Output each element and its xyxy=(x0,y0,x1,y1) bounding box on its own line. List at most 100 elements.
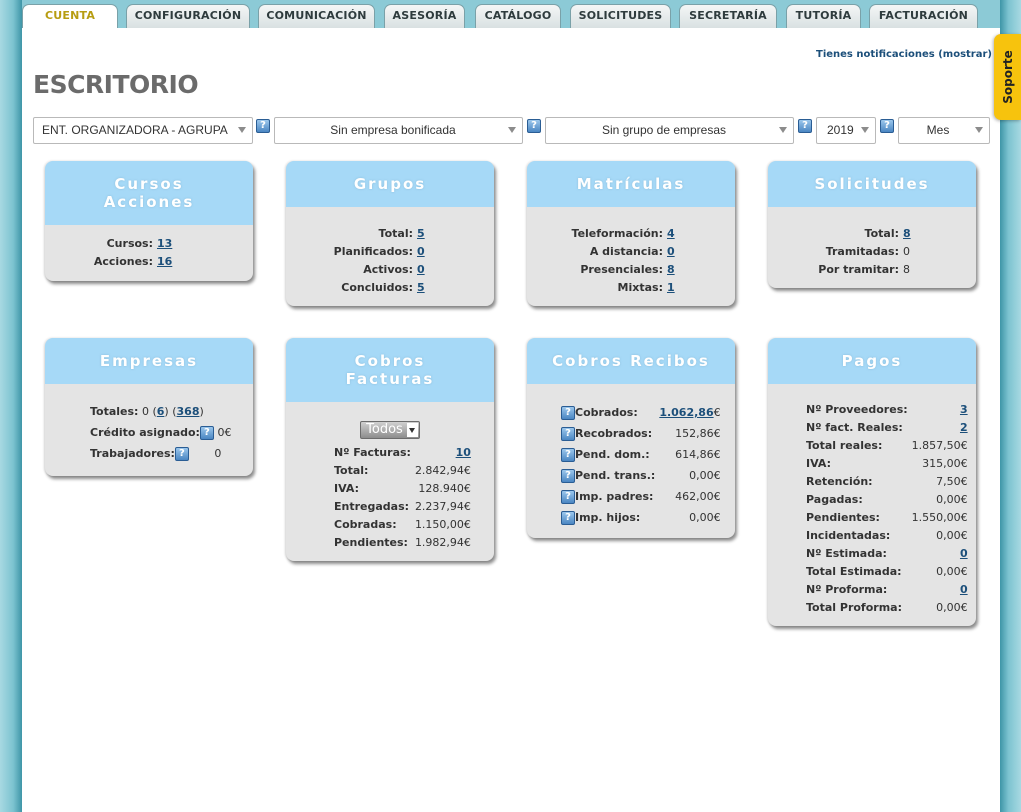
tab-secretaria[interactable]: SECRETARÍA xyxy=(679,4,777,28)
help-icon[interactable]: ? xyxy=(880,119,894,133)
stat-value: 462,00€ xyxy=(675,490,721,503)
list-item: Total Proforma: 0,00€ xyxy=(806,598,968,616)
matriculas-teleformacion-link[interactable]: 4 xyxy=(667,227,675,240)
empresas-credito-row: Crédito asignado:? 0€ xyxy=(90,422,253,443)
matriculas-distancia-link[interactable]: 0 xyxy=(667,245,675,258)
cursos-count-link[interactable]: 13 xyxy=(157,237,172,250)
stat-label: Retención: xyxy=(806,474,873,488)
cursos-card-header: Cursos Acciones xyxy=(45,161,253,225)
cobrados-link[interactable]: 1.062,86 xyxy=(659,406,713,419)
stat-label: Acciones: xyxy=(93,254,153,268)
period-select-value: Mes xyxy=(926,123,950,137)
show-notifications-link[interactable]: (mostrar) xyxy=(938,49,992,60)
right-frame xyxy=(1000,0,1021,812)
help-icon[interactable]: ? xyxy=(561,405,575,420)
help-icon[interactable]: ? xyxy=(561,489,575,504)
period-select[interactable]: Mes xyxy=(898,117,990,144)
proforma-link[interactable]: 0 xyxy=(960,583,968,596)
grupos-total-link[interactable]: 5 xyxy=(417,227,425,240)
facturas-reales-link[interactable]: 2 xyxy=(960,421,968,434)
year-select[interactable]: 2019 xyxy=(816,117,876,144)
tab-facturacion[interactable]: FACTURACIÓN xyxy=(869,4,978,28)
stat-label: Total: xyxy=(378,226,413,240)
cursos-card-body: Cursos: 13 Acciones: 16 xyxy=(45,225,253,281)
stat-label: Incidentadas: xyxy=(806,528,891,542)
stat-label: Pendientes: xyxy=(334,535,408,549)
solicitudes-card-body: Total: 8 Tramitadas: 0 Por tramitar: 8 xyxy=(768,207,976,288)
stat-label: Pend. trans.: xyxy=(575,468,656,482)
solicitudes-card-header: Solicitudes xyxy=(768,161,976,207)
credito-value: 0€ xyxy=(217,426,232,439)
stat-label: Activos: xyxy=(363,262,413,276)
matriculas-mixtas-link[interactable]: 1 xyxy=(667,281,675,294)
stat-value: 0,00€ xyxy=(689,511,721,524)
pagos-card: Pagos Nº Proveedores: 3 Nº fact. Reales: 2… xyxy=(768,338,976,626)
grupos-card: Grupos Total: 5 Planificados: 0 Activos: 0 … xyxy=(286,161,494,306)
group-select[interactable]: Sin grupo de empresas xyxy=(545,117,794,144)
help-icon[interactable]: ? xyxy=(256,119,270,133)
acciones-count-link[interactable]: 16 xyxy=(157,255,172,268)
company-select-value: Sin empresa bonificada xyxy=(330,123,456,137)
stat-value: 315,00€ xyxy=(922,456,968,470)
stat-label: Nº fact. Reales: xyxy=(806,420,903,434)
help-icon[interactable]: ? xyxy=(561,468,575,483)
cobros-recibos-card: Cobros Recibos ? Cobrados: 1.062,86€ ? Reco… xyxy=(527,338,735,538)
stat-label: Crédito asignado: xyxy=(90,426,200,439)
stat-value: 0,00€ xyxy=(936,492,968,506)
invoice-filter-value: Todos xyxy=(366,422,403,437)
empresas-card-header: Empresas xyxy=(45,338,253,384)
cobros-facturas-title-line2: Facturas xyxy=(345,370,435,388)
empresas-count-link[interactable]: 6 xyxy=(157,405,165,418)
chevron-down-icon xyxy=(861,127,869,133)
stat-label: Total Estimada: xyxy=(806,564,902,578)
help-icon[interactable]: ? xyxy=(527,119,541,133)
help-icon[interactable]: ? xyxy=(199,426,214,440)
list-item: Activos: 0 xyxy=(286,260,494,278)
stat-label: Cobradas: xyxy=(334,517,397,531)
tab-cuenta[interactable]: CUENTA xyxy=(22,4,118,29)
help-icon[interactable]: ? xyxy=(561,426,575,441)
facturas-count-link[interactable]: 10 xyxy=(456,446,471,459)
help-icon[interactable]: ? xyxy=(561,510,575,525)
stat-label: Por tramitar: xyxy=(818,262,899,276)
currency-suffix: € xyxy=(713,406,721,419)
tab-asesoria[interactable]: ASESORÍA xyxy=(384,4,465,28)
help-icon[interactable]: ? xyxy=(561,447,575,462)
group-select-value: Sin grupo de empresas xyxy=(601,123,727,137)
list-item: A distancia: 0 xyxy=(527,242,735,260)
tab-configuracion[interactable]: CONFIGURACIÓN xyxy=(126,4,250,28)
stat-label: Planificados: xyxy=(333,244,413,258)
list-item: ? Recobrados: 152,86€ xyxy=(561,423,721,444)
support-tab[interactable]: Soporte xyxy=(994,34,1021,120)
solicitudes-total-link[interactable]: 8 xyxy=(903,227,911,240)
list-item: Incidentadas: 0,00€ xyxy=(806,526,968,544)
matriculas-presenciales-link[interactable]: 8 xyxy=(667,263,675,276)
list-item: Tramitadas: 0 xyxy=(768,242,976,260)
tab-catalogo[interactable]: CATÁLOGO xyxy=(475,4,561,28)
cursos-card: Cursos Acciones Cursos: 13 Acciones: 16 xyxy=(45,161,253,281)
estimada-link[interactable]: 0 xyxy=(960,547,968,560)
pagos-card-body: Nº Proveedores: 3 Nº fact. Reales: 2 Total… xyxy=(768,384,976,626)
tab-tutoria[interactable]: TUTORÍA xyxy=(786,4,861,28)
help-icon[interactable]: ? xyxy=(798,119,812,133)
help-icon[interactable]: ? xyxy=(174,447,189,461)
grupos-concluidos-link[interactable]: 5 xyxy=(417,281,425,294)
stat-label: Nº Proveedores: xyxy=(806,402,908,416)
tab-solicitudes[interactable]: SOLICITUDES xyxy=(570,4,671,28)
grupos-activos-link[interactable]: 0 xyxy=(417,263,425,276)
tab-comunicacion[interactable]: COMUNICACIÓN xyxy=(258,4,375,28)
chevron-down-icon xyxy=(238,127,246,133)
cobros-facturas-card: Cobros Facturas Todos Nº Facturas: 10 Tot… xyxy=(286,338,494,561)
notifications-text: Tienes notificaciones xyxy=(816,49,935,60)
solicitudes-por-tramitar-value: 8 xyxy=(903,262,910,276)
invoice-filter-select[interactable]: Todos xyxy=(360,421,420,439)
empresas-totales-value: 0 xyxy=(141,405,149,418)
list-item: Acciones: 16 xyxy=(45,252,253,270)
empresas-all-link[interactable]: 368 xyxy=(177,405,200,418)
stat-value: 1.857,50€ xyxy=(911,438,968,452)
entity-select[interactable]: ENT. ORGANIZADORA - AGRUPAC... xyxy=(33,117,253,144)
proveedores-link[interactable]: 3 xyxy=(960,403,968,416)
grupos-planificados-link[interactable]: 0 xyxy=(417,245,425,258)
cursos-title-line1: Cursos xyxy=(114,175,184,193)
company-select[interactable]: Sin empresa bonificada xyxy=(274,117,523,144)
